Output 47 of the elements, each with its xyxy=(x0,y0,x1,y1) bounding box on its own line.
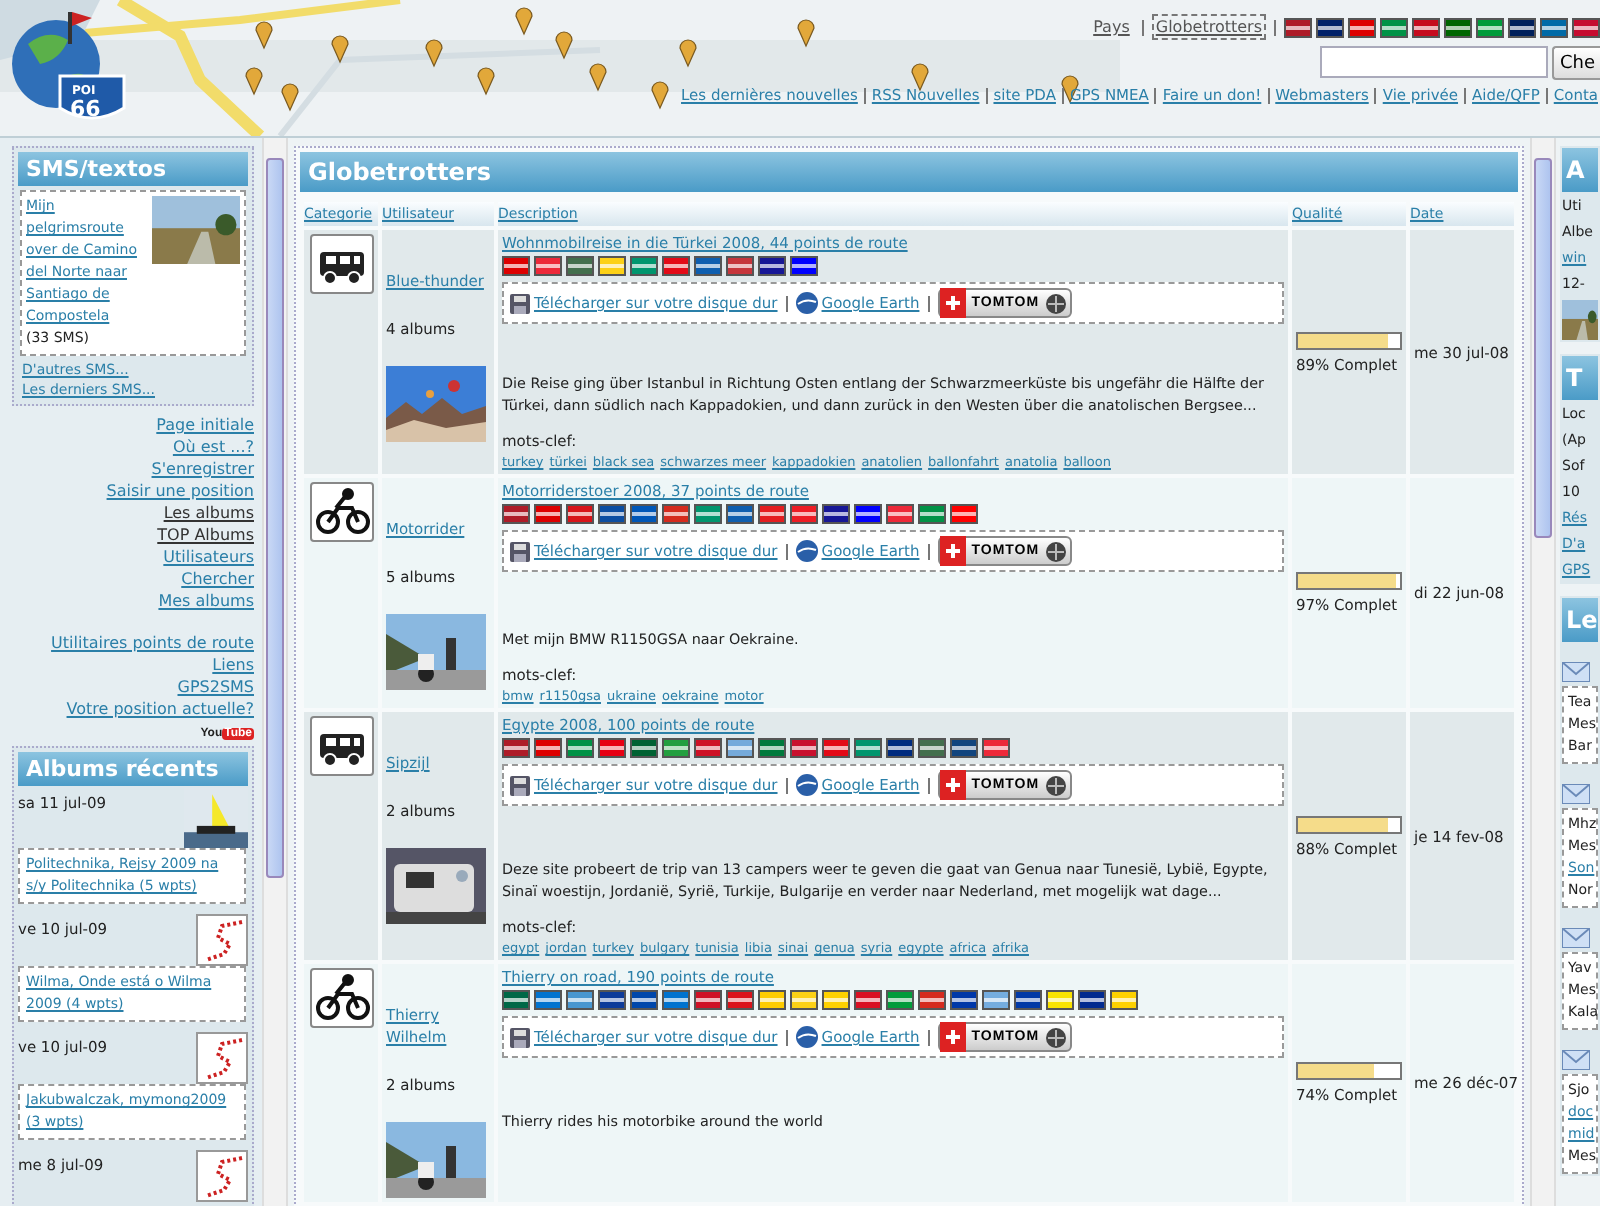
menu-link[interactable]: Page initiale xyxy=(156,414,254,436)
panel-title: A xyxy=(1562,148,1598,192)
menu-link[interactable]: Les albums xyxy=(163,502,254,524)
motorbike-icon xyxy=(309,482,373,542)
panel-title: SMS/textos xyxy=(18,152,248,186)
scrollbar[interactable] xyxy=(1530,138,1556,1206)
search-field[interactable] xyxy=(1320,46,1548,78)
envelope-icon xyxy=(1562,784,1590,804)
globe-icon xyxy=(1045,775,1066,795)
panel-title: Le xyxy=(1562,598,1598,642)
globe-icon xyxy=(795,540,818,562)
menu-link[interactable]: Saisir une position xyxy=(106,480,254,502)
menu-link[interactable]: Chercher xyxy=(181,568,254,590)
search-button[interactable]: Che xyxy=(1552,46,1600,80)
menu-link[interactable]: S'enregistrer xyxy=(151,458,254,480)
header-tab[interactable]: Pays xyxy=(1089,14,1134,40)
menu-link[interactable]: Votre position actuelle? xyxy=(66,698,254,720)
route-map-icon xyxy=(196,1150,248,1202)
menu-link[interactable]: GPS2SMS xyxy=(177,676,254,698)
plus-icon xyxy=(939,770,966,800)
globe-icon xyxy=(795,774,818,796)
globe-icon xyxy=(1045,1027,1066,1047)
panel-title: T xyxy=(1562,356,1598,400)
globe-icon xyxy=(795,292,818,314)
globe-icon xyxy=(1045,293,1066,313)
menu-link[interactable]: Mes albums xyxy=(158,590,254,612)
envelope-icon xyxy=(1562,1050,1590,1070)
header-tab[interactable]: Globetrotters xyxy=(1151,14,1266,40)
camper-van-icon xyxy=(309,234,373,294)
motorbike-icon xyxy=(309,968,373,1028)
plus-icon xyxy=(939,536,966,566)
globe-icon xyxy=(795,1026,818,1048)
scrollbar[interactable] xyxy=(262,138,288,1206)
envelope-icon xyxy=(1562,928,1590,948)
menu-link[interactable]: Utilitaires points de route xyxy=(51,632,254,654)
plus-icon xyxy=(939,288,966,318)
envelope-icon xyxy=(1562,662,1590,682)
logo-number: 66 xyxy=(70,96,101,122)
globe-icon xyxy=(1045,541,1066,561)
menu-link[interactable]: TOP Albums xyxy=(157,524,254,546)
menu-link[interactable]: Liens xyxy=(212,654,254,676)
menu-link[interactable]: Utilisateurs xyxy=(163,546,254,568)
panel-title: Globetrotters xyxy=(300,152,1518,192)
plus-icon xyxy=(939,1022,966,1052)
panel-title: Albums récents xyxy=(18,752,248,786)
menu-link[interactable]: Où est ...? xyxy=(172,436,254,458)
camper-van-icon xyxy=(309,716,373,776)
